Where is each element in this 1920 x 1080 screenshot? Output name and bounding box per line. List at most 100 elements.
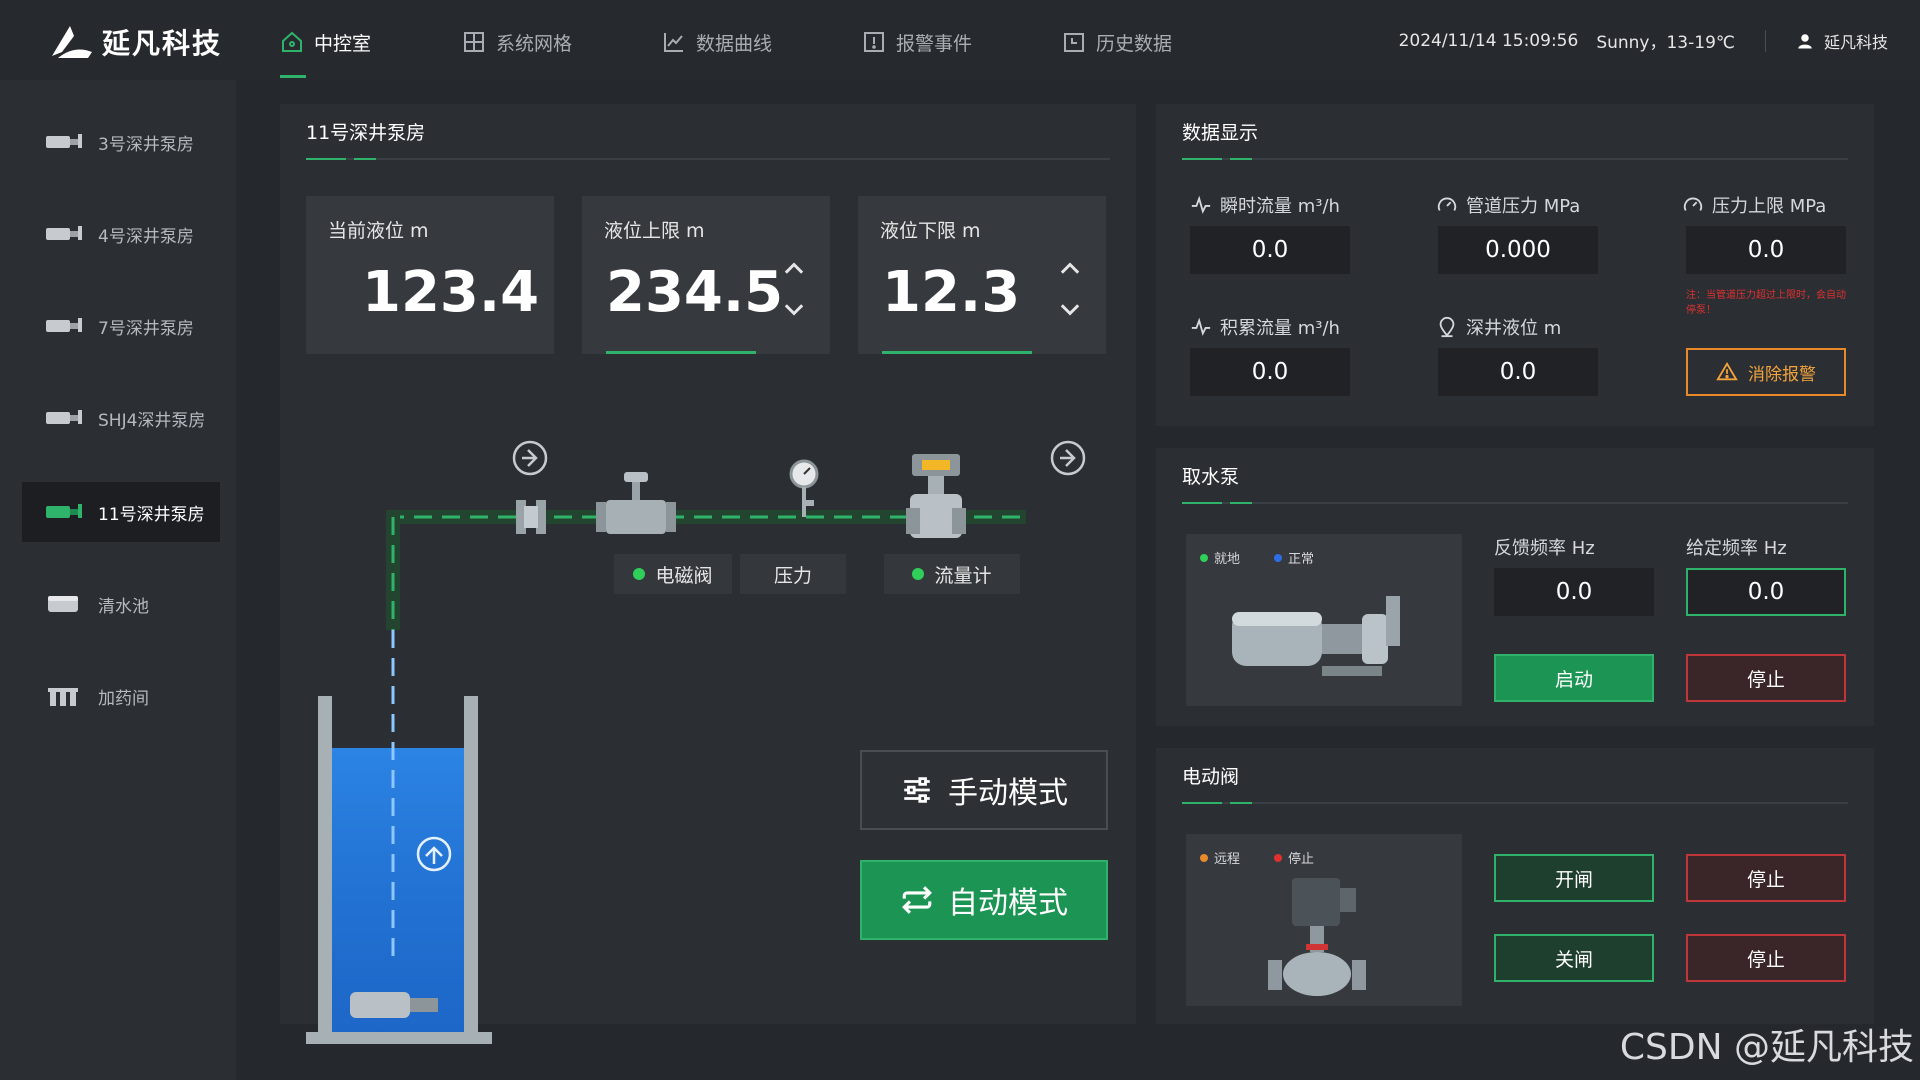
chevron-down-icon[interactable] <box>780 296 808 324</box>
sidebar-item-pump-3[interactable]: 3号深井泵房 <box>22 112 220 172</box>
sidebar-item-pump-7[interactable]: 7号深井泵房 <box>22 296 220 356</box>
focus-underline <box>606 351 756 354</box>
setpoint-frequency-label: 给定频率 Hz <box>1686 538 1787 559</box>
nav-control-room[interactable]: 中控室 <box>280 22 462 78</box>
status-local: 就地 <box>1200 548 1240 567</box>
data-display-panel: 数据显示 瞬时流量 m³/h 0.0 管道压力 MPa 0.000 压力上限 M… <box>1156 104 1874 426</box>
user-menu[interactable]: 延凡科技 <box>1796 29 1888 53</box>
start-pump-button[interactable]: 启动 <box>1494 654 1654 702</box>
sidebar-item-clear-water-pool[interactable]: 清水池 <box>22 574 220 634</box>
close-valve-button[interactable]: 关闸 <box>1494 934 1654 982</box>
nav-data-curve[interactable]: 数据曲线 <box>662 22 862 62</box>
pressure-limit-label: 压力上限 MPa <box>1682 192 1826 218</box>
current-level-value: 123.4 <box>362 260 540 325</box>
pump-icon <box>46 504 82 518</box>
alert-box-icon <box>864 32 884 52</box>
lower-limit-card: 液位下限 m 12.3 <box>858 196 1106 354</box>
status-normal: 正常 <box>1274 548 1314 567</box>
pulse-icon <box>1191 195 1211 214</box>
chart-line-icon <box>664 33 683 52</box>
flowmeter-label: 流量计 <box>884 554 1020 594</box>
nav-alarm-events[interactable]: 报警事件 <box>862 22 1062 62</box>
well-level-value: 0.0 <box>1438 348 1598 396</box>
title-underline <box>306 158 1110 160</box>
sidebar-item-label: 清水池 <box>98 596 149 617</box>
clear-alarm-button[interactable]: 消除报警 <box>1686 348 1846 396</box>
label-text: 流量计 <box>934 564 992 587</box>
sidebar-item-label: 加药间 <box>98 688 149 709</box>
solenoid-valve-icon <box>596 472 676 534</box>
total-flow-label: 积累流量 m³/h <box>1190 314 1340 340</box>
status-dot <box>1274 853 1282 862</box>
divider <box>1764 29 1766 52</box>
pipe-pressure-value: 0.000 <box>1438 226 1598 274</box>
status-remote: 远程 <box>1200 848 1240 867</box>
nav-history-data[interactable]: 历史数据 <box>1062 22 1262 62</box>
manual-mode-button[interactable]: 手动模式 <box>860 750 1108 830</box>
top-bar: 延凡科技 中控室 系统网格 数据曲线 报警事件 历史数据 2024/11/14 … <box>0 0 1920 80</box>
sidebar-item-pump-4[interactable]: 4号深井泵房 <box>22 204 220 264</box>
label-text: 电磁阀 <box>655 564 713 587</box>
pump-panel: 取水泵 就地 正常 反馈频率 Hz 0.0 给定频率 Hz 0.0 启动 停止 <box>1156 448 1874 726</box>
total-flow-value: 0.0 <box>1190 348 1350 396</box>
label-text: 压力 <box>773 564 812 587</box>
card-label: 液位下限 m <box>880 220 981 242</box>
chevron-up-icon[interactable] <box>1056 254 1084 282</box>
pump-icon <box>46 410 82 424</box>
sidebar-item-label: 11号深井泵房 <box>98 504 205 525</box>
nav-label: 历史数据 <box>1096 32 1173 55</box>
feedback-frequency-value: 0.0 <box>1494 568 1654 616</box>
location-pin-icon <box>1439 316 1455 338</box>
sliders-icon <box>904 777 930 803</box>
status-dot <box>1200 553 1208 562</box>
status-dot <box>912 568 925 580</box>
feedback-frequency-label: 反馈频率 Hz <box>1494 538 1595 559</box>
valve-image-card: 远程 停止 <box>1186 834 1462 1006</box>
stop-valve-button-1[interactable]: 停止 <box>1686 854 1846 902</box>
open-valve-button[interactable]: 开闸 <box>1494 854 1654 902</box>
pipeline-diagram <box>306 440 1086 1044</box>
panel-title: 数据显示 <box>1182 122 1259 144</box>
pressure-limit-input[interactable]: 0.0 <box>1686 226 1846 274</box>
pump-icon <box>46 226 82 240</box>
stop-valve-button-2[interactable]: 停止 <box>1686 934 1846 982</box>
sidebar-item-pump-11[interactable]: 11号深井泵房 <box>22 482 220 542</box>
flange-icon <box>516 500 546 534</box>
title-underline <box>1182 158 1848 160</box>
pressure-gauge-icon <box>789 459 819 517</box>
logo-text: 延凡科技 <box>102 27 223 60</box>
chevron-up-icon[interactable] <box>780 254 808 282</box>
pump-icon <box>46 134 82 148</box>
pool-icon <box>48 596 78 612</box>
nav-label: 报警事件 <box>896 32 973 55</box>
electric-valve-image <box>1268 878 1366 996</box>
stop-pump-button[interactable]: 停止 <box>1686 654 1846 702</box>
setpoint-frequency-input[interactable]: 0.0 <box>1686 568 1846 616</box>
repeat-icon <box>902 886 932 914</box>
auto-mode-button[interactable]: 自动模式 <box>860 860 1108 940</box>
pump-image-card: 就地 正常 <box>1186 534 1462 706</box>
sidebar-item-label: 4号深井泵房 <box>98 226 194 247</box>
nav-system-grid[interactable]: 系统网格 <box>462 22 662 62</box>
pressure-label: 压力 <box>740 554 846 594</box>
status-dot <box>1274 553 1282 562</box>
flow-meter-icon <box>906 454 966 538</box>
history-icon <box>1064 33 1084 52</box>
warning-icon <box>1716 361 1738 381</box>
sidebar-item-pump-shj4[interactable]: SHJ4深井泵房 <box>22 388 220 448</box>
sidebar: 3号深井泵房 4号深井泵房 7号深井泵房 SHJ4深井泵房 11号深井泵房 清水… <box>0 80 236 1080</box>
sidebar-item-label: SHJ4深井泵房 <box>98 410 206 431</box>
electric-valve-panel: 电动阀 远程 停止 开闸 停止 关闸 停止 <box>1156 748 1874 1024</box>
arrow-right-icon <box>1050 440 1086 476</box>
nav-label: 数据曲线 <box>696 32 773 55</box>
sidebar-item-label: 7号深井泵房 <box>98 318 194 339</box>
logo: 延凡科技 <box>48 20 222 64</box>
chevron-down-icon[interactable] <box>1056 296 1084 324</box>
panel-title: 取水泵 <box>1182 466 1240 488</box>
card-label: 当前液位 m <box>328 220 429 242</box>
sidebar-item-dosing-room[interactable]: 加药间 <box>22 666 220 726</box>
card-label: 液位上限 m <box>604 220 705 242</box>
gauge-icon <box>1683 197 1703 211</box>
grid-icon <box>464 32 484 52</box>
title-underline <box>1182 502 1848 504</box>
